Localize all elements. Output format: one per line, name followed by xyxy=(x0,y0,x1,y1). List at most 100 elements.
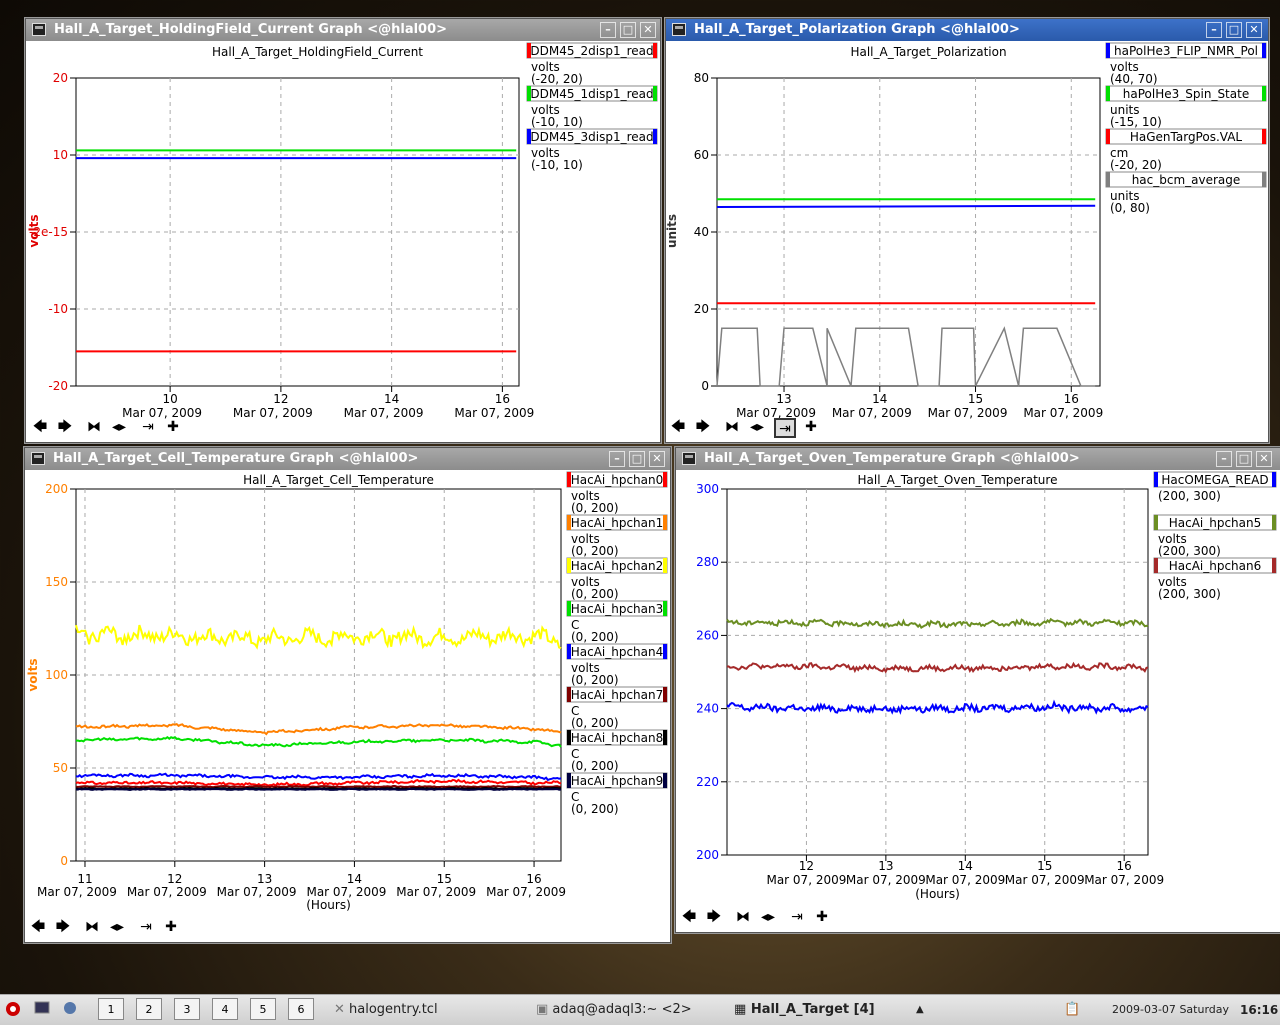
task-halogentry[interactable]: ✕ halogentry.tcl xyxy=(334,1000,524,1020)
legend-range: (-20, 20) xyxy=(1110,158,1162,172)
close-button[interactable]: ✕ xyxy=(1246,22,1262,38)
titlebar[interactable]: Hall_A_Target_Oven_Temperature Graph <@h… xyxy=(676,448,1280,470)
task-hall-a-target[interactable]: ▦ Hall_A_Target [4] xyxy=(734,1000,914,1020)
zoom-in-time-button[interactable]: ⧓ xyxy=(83,418,105,438)
clock-time[interactable]: 16:16 xyxy=(1240,1000,1278,1020)
maximize-button[interactable]: □ xyxy=(1236,451,1252,467)
legend-swatch xyxy=(1272,472,1276,487)
titlebar[interactable]: Hall_A_Target_Cell_Temperature Graph <@h… xyxy=(25,448,670,470)
legend-name: haPolHe3_FLIP_NMR_Pol xyxy=(1114,44,1258,58)
legend-range: (-10, 10) xyxy=(531,158,583,172)
chart-oven-temperature: Hall_A_Target_Oven_Temperature 300 280 260 2… xyxy=(696,471,1277,901)
legend-name: HacAi_hpchan8 xyxy=(571,731,664,745)
clipboard-icon[interactable]: 📋 xyxy=(1064,1000,1084,1020)
end-button[interactable]: ⇥ xyxy=(137,418,159,438)
graph-app-icon: ▦ xyxy=(734,1002,751,1017)
window-oven-temperature: Hall_A_Target_Oven_Temperature Graph <@h… xyxy=(675,447,1280,933)
window-title: Hall_A_Target_Cell_Temperature Graph <@h… xyxy=(53,451,419,466)
minimize-button[interactable]: – xyxy=(600,22,616,38)
plot-frame xyxy=(726,488,1149,856)
zoom-in-time-button[interactable]: ⧓ xyxy=(732,908,754,928)
minimize-button[interactable]: – xyxy=(1216,451,1232,467)
close-button[interactable]: ✕ xyxy=(1256,451,1272,467)
scroll-left-button[interactable]: 🡄 xyxy=(678,908,700,928)
x-tick-label: 12 xyxy=(273,392,288,406)
window-menu-icon[interactable] xyxy=(31,452,45,465)
task-terminal[interactable]: ▣ adaq@adaql3:~ <2> xyxy=(536,1000,722,1020)
titlebar[interactable]: Hall_A_Target_Polarization Graph <@hlal0… xyxy=(666,19,1268,41)
end-button[interactable]: ⇥ xyxy=(135,918,157,938)
maximize-button[interactable]: □ xyxy=(629,451,645,467)
y-axis-unit: volts xyxy=(26,658,40,691)
add-button[interactable]: ✚ xyxy=(160,918,182,938)
y-tick-label: 10 xyxy=(53,148,68,162)
window-title: Hall_A_Target_Polarization Graph <@hlal0… xyxy=(694,22,1020,37)
task-menu-arrow-icon[interactable]: ▲ xyxy=(916,1000,928,1020)
maximize-button[interactable]: □ xyxy=(1226,22,1242,38)
legend-range: (200, 300) xyxy=(1158,587,1221,601)
minimize-button[interactable]: – xyxy=(1206,22,1222,38)
x-tick-date: Mar 07, 2009 xyxy=(766,873,846,887)
network-icon[interactable] xyxy=(62,1000,80,1020)
window-menu-icon[interactable] xyxy=(682,452,696,465)
x-tick-label: 15 xyxy=(437,872,452,886)
zoom-out-time-button[interactable]: ◂▸ xyxy=(108,418,130,438)
terminal-launcher-icon[interactable] xyxy=(34,1000,52,1020)
scroll-left-button[interactable]: 🡄 xyxy=(27,918,49,938)
workspace-4[interactable]: 4 xyxy=(212,998,238,1020)
scroll-right-button[interactable]: 🡆 xyxy=(692,418,714,438)
zoom-out-time-button[interactable]: ◂▸ xyxy=(746,418,768,438)
end-button[interactable]: ⇥ xyxy=(786,908,808,928)
y-tick-label: 150 xyxy=(45,575,68,589)
y-tick-label: 0 xyxy=(60,854,68,868)
zoom-out-time-button[interactable]: ◂▸ xyxy=(106,918,128,938)
x-tick-date: Mar 07, 2009 xyxy=(846,873,926,887)
start-menu-icon[interactable] xyxy=(4,1000,24,1020)
x-tick-label: 16 xyxy=(1064,392,1079,406)
task-label: halogentry.tcl xyxy=(349,1002,438,1017)
workspace-6[interactable]: 6 xyxy=(288,998,314,1020)
workspace-3[interactable]: 3 xyxy=(174,998,200,1020)
scroll-right-button[interactable]: 🡆 xyxy=(52,918,74,938)
close-button[interactable]: ✕ xyxy=(649,451,665,467)
chart-holding-field: Hall_A_Target_HoldingField_Current 20 10 -2… xyxy=(27,42,658,419)
add-button[interactable]: ✚ xyxy=(800,418,822,438)
zoom-out-time-button[interactable]: ◂▸ xyxy=(757,908,779,928)
workspace-5[interactable]: 5 xyxy=(250,998,276,1020)
graph-toolbar: 🡄 🡆 ⧓ ◂▸ ⇥ ✚ xyxy=(26,418,660,442)
workspace-2[interactable]: 2 xyxy=(136,998,162,1020)
scroll-left-button[interactable]: 🡄 xyxy=(29,418,51,438)
legend-name: HacAi_hpchan9 xyxy=(571,774,664,788)
legend-range: (-10, 10) xyxy=(531,115,583,129)
legend-swatch xyxy=(1154,558,1158,573)
end-button[interactable]: ⇥ xyxy=(774,418,796,438)
x-tick-label: 13 xyxy=(878,859,893,873)
legend-range: (0, 200) xyxy=(571,759,619,773)
add-button[interactable]: ✚ xyxy=(162,418,184,438)
workspace-1[interactable]: 1 xyxy=(98,998,124,1020)
y-tick-label: -10 xyxy=(48,302,68,316)
window-menu-icon[interactable] xyxy=(32,23,46,36)
window-menu-icon[interactable] xyxy=(672,23,686,36)
minimize-button[interactable]: – xyxy=(609,451,625,467)
add-button[interactable]: ✚ xyxy=(811,908,833,928)
legend-range: (0, 200) xyxy=(571,501,619,515)
x-tick-date: Mar 07, 2009 xyxy=(1005,873,1085,887)
zoom-in-time-button[interactable]: ⧓ xyxy=(81,918,103,938)
legend-swatch xyxy=(663,601,667,616)
series-line xyxy=(716,204,1096,208)
y-tick-label: 100 xyxy=(45,668,68,682)
legend-name: DDM45_3disp1_read xyxy=(530,130,653,144)
maximize-button[interactable]: □ xyxy=(620,22,636,38)
legend-name: HacOMEGA_READ xyxy=(1161,473,1268,487)
zoom-in-time-button[interactable]: ⧓ xyxy=(721,418,743,438)
scroll-right-button[interactable]: 🡆 xyxy=(703,908,725,928)
clock-date[interactable]: 2009-03-07 Saturday xyxy=(1112,1000,1229,1020)
scroll-left-button[interactable]: 🡄 xyxy=(667,418,689,438)
legend-swatch xyxy=(663,558,667,573)
x-tick-label: 16 xyxy=(495,392,510,406)
close-button[interactable]: ✕ xyxy=(640,22,656,38)
scroll-right-button[interactable]: 🡆 xyxy=(54,418,76,438)
legend-name: HacAi_hpchan2 xyxy=(571,559,664,573)
titlebar[interactable]: Hall_A_Target_HoldingField_Current Graph… xyxy=(26,19,660,41)
